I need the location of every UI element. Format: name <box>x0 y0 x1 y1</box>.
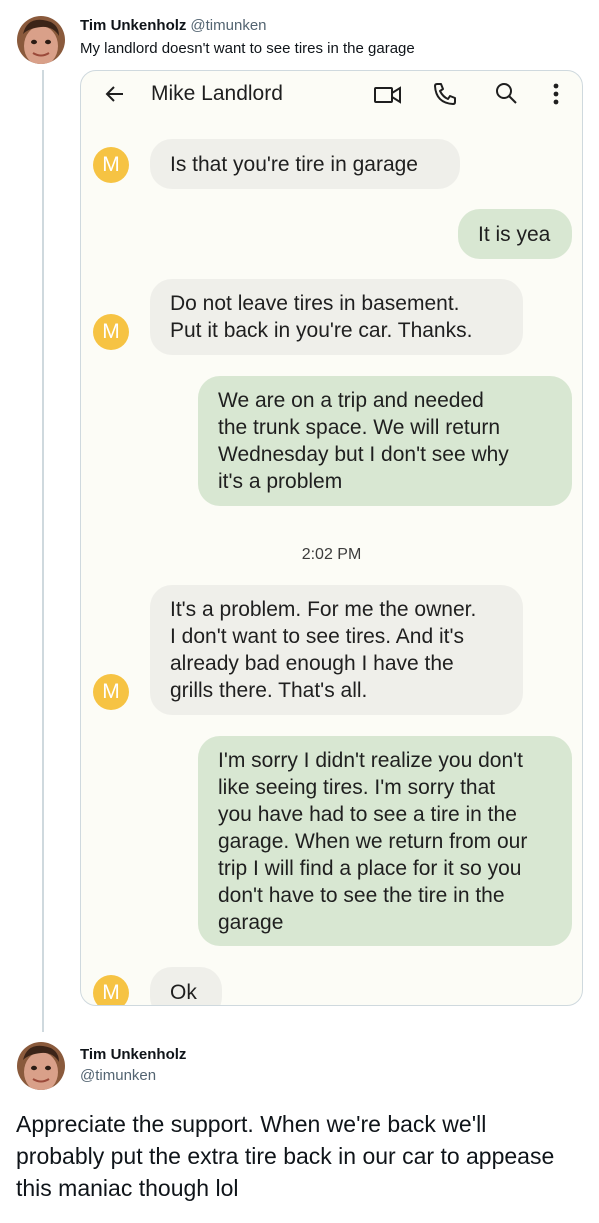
thread-connector-line <box>42 70 44 1032</box>
message-line: Ok <box>170 981 197 1004</box>
incoming-message[interactable]: It's a problem. For me the owner. I don'… <box>150 585 523 715</box>
incoming-message[interactable]: Ok <box>150 967 222 1005</box>
contact-avatar[interactable]: M <box>93 314 129 350</box>
tweet-text: Appreciate the support. When we're back … <box>16 1111 555 1201</box>
message-line: already bad enough I have the <box>170 652 454 675</box>
contact-avatar[interactable]: M <box>93 147 129 183</box>
outgoing-message[interactable]: We are on a trip and needed the trunk sp… <box>198 376 572 506</box>
phone-icon[interactable] <box>432 81 458 112</box>
outgoing-message[interactable]: It is yea <box>458 209 572 259</box>
message-line: the trunk space. We will return <box>218 416 501 439</box>
message-line: It's a problem. For me the owner. <box>170 598 477 621</box>
contact-avatar[interactable]: M <box>93 674 129 710</box>
incoming-message[interactable]: Do not leave tires in basement. Put it b… <box>150 279 523 355</box>
author-name[interactable]: Tim Unkenholz <box>80 17 186 34</box>
message-line: I'm sorry I didn't realize you don't <box>218 749 523 772</box>
author-avatar[interactable] <box>17 1042 65 1090</box>
message-line: garage. When we return from our <box>218 830 528 853</box>
message-line: We are on a trip and needed <box>218 389 484 412</box>
message-line: It is yea <box>478 223 551 246</box>
message-line: Is that you're tire in garage <box>170 153 418 176</box>
message-line: don't have to see the tire in the <box>218 884 505 907</box>
contact-avatar[interactable]: M <box>93 975 129 1005</box>
tweet-text: My landlord doesn't want to see tires in… <box>80 40 415 57</box>
outgoing-message[interactable]: I'm sorry I didn't realize you don't lik… <box>198 736 572 946</box>
message-line: Put it back in you're car. Thanks. <box>170 319 473 342</box>
message-line: it's a problem <box>218 470 343 493</box>
contact-name[interactable]: Mike Landlord <box>151 82 283 106</box>
author-handle[interactable]: @timunken <box>80 1066 156 1086</box>
message-line: grills there. That's all. <box>170 679 368 702</box>
search-icon[interactable] <box>493 80 519 111</box>
back-arrow-icon[interactable] <box>103 82 127 111</box>
message-line: Do not leave tires in basement. <box>170 292 460 315</box>
video-call-icon[interactable] <box>374 84 402 111</box>
more-vert-icon[interactable] <box>551 81 561 112</box>
tweet-header: Tim Unkenholz @timunken <box>80 16 267 36</box>
messages-app-bar: Mike Landlord <box>81 71 582 117</box>
message-line: trip I will find a place for it so you <box>218 857 522 880</box>
author-avatar[interactable] <box>17 16 65 64</box>
message-timestamp: 2:02 PM <box>301 546 362 563</box>
message-line: Wednesday but I don't see why <box>218 443 509 466</box>
incoming-message[interactable]: Is that you're tire in garage <box>150 139 460 189</box>
author-name[interactable]: Tim Unkenholz <box>80 1045 186 1065</box>
message-line: garage <box>218 911 284 934</box>
embedded-screenshot[interactable]: Mike Landlord M Is that you're tire in g… <box>80 70 583 1006</box>
message-line: I don't want to see tires. And it's <box>170 625 465 648</box>
author-handle[interactable]: @timunken <box>190 17 266 34</box>
message-line: you have had to see a tire in the <box>218 803 517 826</box>
message-line: like seeing tires. I'm sorry that <box>218 776 496 799</box>
